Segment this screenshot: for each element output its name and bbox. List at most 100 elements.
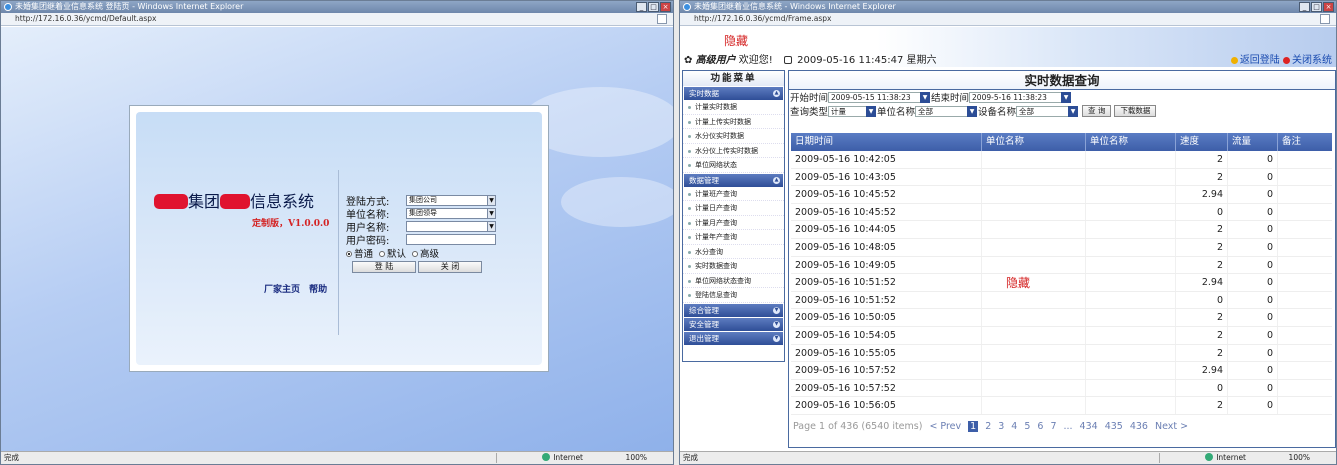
cell-remark: [1277, 151, 1332, 168]
menu-section-exit[interactable]: 退出管理 ▼: [684, 331, 783, 345]
page-link[interactable]: 7: [1050, 421, 1056, 432]
col-unit-name-2[interactable]: 单位名称: [1085, 133, 1175, 151]
table-row[interactable]: 2009-05-16 10:51:52 2.94 0: [791, 274, 1332, 292]
table-row[interactable]: 2009-05-16 10:49:05 2 0: [791, 256, 1332, 275]
col-unit-name[interactable]: 单位名称: [981, 133, 1085, 151]
security-zone: Internet: [542, 452, 583, 464]
menu-item[interactable]: 计量月产查询: [683, 216, 784, 230]
page-link[interactable]: 434: [1080, 421, 1098, 432]
menu-item[interactable]: 计量班产查询: [683, 187, 784, 201]
user-info: ✿ 高级用户 欢迎您! 2009-05-16 11:45:47 星期六: [684, 51, 937, 66]
cell-speed: 2: [1175, 326, 1227, 344]
cell-unit-name-2: [1085, 256, 1175, 274]
table-row[interactable]: 2009-05-16 10:56:05 2 0: [791, 397, 1332, 415]
menu-section-general[interactable]: 综合管理 ▼: [684, 303, 783, 317]
help-link[interactable]: 帮助: [309, 285, 327, 295]
query-type-select[interactable]: 计量 ▼: [828, 105, 877, 117]
globe-icon: [1205, 453, 1214, 461]
page-link[interactable]: 2: [985, 421, 991, 432]
unit-name-select[interactable]: 全部 ▼: [915, 105, 978, 117]
menu-item[interactable]: 计量年产查询: [683, 230, 784, 245]
query-button[interactable]: 查 询: [1082, 105, 1112, 117]
window-controls: _ □ ×: [1299, 2, 1334, 12]
table-row[interactable]: 2009-05-16 10:50:05 2 0: [791, 309, 1332, 327]
minimize-button[interactable]: _: [1299, 2, 1310, 12]
table-row[interactable]: 2009-05-16 10:44:05 2 0: [791, 221, 1332, 239]
menu-section-data[interactable]: 数据管理 ▲: [684, 173, 783, 187]
chevron-icon: ▲: [773, 176, 780, 184]
zoom-level[interactable]: 100%: [1289, 452, 1310, 464]
table-row[interactable]: 2009-05-16 10:54:05 2 0: [791, 326, 1332, 345]
page-link[interactable]: 3: [998, 421, 1004, 432]
cell-unit-name-2: [1085, 203, 1175, 221]
close-system-link[interactable]: 关闭系统: [1283, 55, 1332, 66]
login-mode-select[interactable]: 集团公司 ▼: [406, 195, 496, 206]
start-time-input[interactable]: 2009-05-15 11:38:23 ▼: [828, 91, 931, 103]
table-row[interactable]: 2009-05-16 10:45:52 0 0: [791, 203, 1332, 222]
page-link[interactable]: 436: [1130, 421, 1148, 432]
menu-item[interactable]: 计量实时数据: [683, 100, 784, 115]
menu-item[interactable]: 计量日产查询: [683, 201, 784, 216]
col-datetime[interactable]: 日期时间: [791, 133, 981, 151]
cell-speed: 2.94: [1175, 362, 1227, 379]
address-bar[interactable]: http://172.16.0.36/ycmd/Default.aspx: [1, 13, 673, 26]
table-row[interactable]: 2009-05-16 10:48:05 2 0: [791, 238, 1332, 257]
maximize-button[interactable]: □: [1311, 2, 1322, 12]
menu-item[interactable]: 水分仪上传实时数据: [683, 144, 784, 158]
vendor-home-link[interactable]: 厂家主页: [264, 285, 300, 295]
menu-item[interactable]: 单位网络状态查询: [683, 274, 784, 288]
radio-default[interactable]: 默认: [379, 246, 406, 260]
close-window-button[interactable]: ×: [1323, 2, 1334, 12]
unit-select[interactable]: 集团领导 ▼: [406, 208, 496, 219]
page-link[interactable]: 5: [1024, 421, 1030, 432]
table-row[interactable]: 2009-05-16 10:51:52 0 0: [791, 291, 1332, 310]
close-window-button[interactable]: ×: [660, 2, 671, 12]
menu-item[interactable]: 水分仪实时数据: [683, 129, 784, 144]
username-select[interactable]: ▼: [406, 221, 496, 232]
table-row[interactable]: 2009-05-16 10:57:52 2.94 0: [791, 362, 1332, 380]
end-time-input[interactable]: 2009-5-16 11:38:23 ▼: [969, 91, 1072, 103]
close-button[interactable]: 关 闭: [418, 261, 482, 273]
address-bar[interactable]: http://172.16.0.36/ycmd/Frame.aspx: [680, 13, 1336, 26]
next-page-link[interactable]: Next >: [1155, 421, 1188, 432]
cell-flow: 0: [1227, 362, 1277, 379]
return-login-link[interactable]: 返回登陆: [1230, 55, 1280, 66]
minimize-button[interactable]: _: [636, 2, 647, 12]
table-row[interactable]: 2009-05-16 10:43:05 2 0: [791, 168, 1332, 187]
menu-item[interactable]: 计量上传实时数据: [683, 115, 784, 129]
status-text: 完成: [4, 453, 19, 462]
col-speed[interactable]: 速度: [1175, 133, 1227, 151]
col-flow[interactable]: 流量: [1227, 133, 1277, 151]
download-button[interactable]: 下载数据: [1114, 105, 1157, 117]
table-row[interactable]: 2009-05-16 10:42:05 2 0: [791, 151, 1332, 169]
menu-section-realtime[interactable]: 实时数据 ▲: [684, 87, 783, 100]
menu-item[interactable]: 实时数据查询: [683, 259, 784, 274]
menu-item[interactable]: 水分查询: [683, 245, 784, 259]
cell-remark: [1277, 238, 1332, 256]
table-row[interactable]: 2009-05-16 10:57:52 0 0: [791, 379, 1332, 398]
password-input[interactable]: [406, 234, 496, 245]
menu-section-security[interactable]: 安全管理 ▼: [684, 317, 783, 331]
page-link[interactable]: 6: [1037, 421, 1043, 432]
device-name-select[interactable]: 全部 ▼: [1016, 105, 1079, 117]
address-url[interactable]: http://172.16.0.36/ycmd/Default.aspx: [15, 14, 156, 23]
prev-page-link[interactable]: < Prev: [929, 421, 961, 432]
radio-advanced[interactable]: 高级: [412, 246, 439, 260]
table-row[interactable]: 2009-05-16 10:45:52 2.94 0: [791, 186, 1332, 204]
table-row[interactable]: 2009-05-16 10:55:05 2 0: [791, 344, 1332, 363]
menu-item[interactable]: 登陆信息查询: [683, 288, 784, 303]
page-header: 隐藏 ✿ 高级用户 欢迎您! 2009-05-16 11:45:47 星期六 返…: [680, 27, 1336, 67]
radio-normal[interactable]: 普通: [346, 246, 373, 260]
col-remark[interactable]: 备注: [1277, 133, 1332, 151]
page-link[interactable]: 435: [1105, 421, 1123, 432]
zoom-level[interactable]: 100%: [626, 452, 647, 464]
address-url[interactable]: http://172.16.0.36/ycmd/Frame.aspx: [694, 14, 831, 23]
cell-remark: [1277, 291, 1332, 309]
menu-item[interactable]: 单位网络状态: [683, 158, 784, 173]
cell-unit-name: [981, 256, 1085, 274]
page-link[interactable]: 1: [968, 420, 979, 432]
maximize-button[interactable]: □: [648, 2, 659, 12]
login-button[interactable]: 登 陆: [352, 261, 416, 273]
page-link[interactable]: 4: [1011, 421, 1017, 432]
type-filter-row: 查询类型 计量 ▼ 单位名称 全部 ▼ 设备名称 全部 ▼ 查 询 下载数据: [789, 104, 1335, 118]
